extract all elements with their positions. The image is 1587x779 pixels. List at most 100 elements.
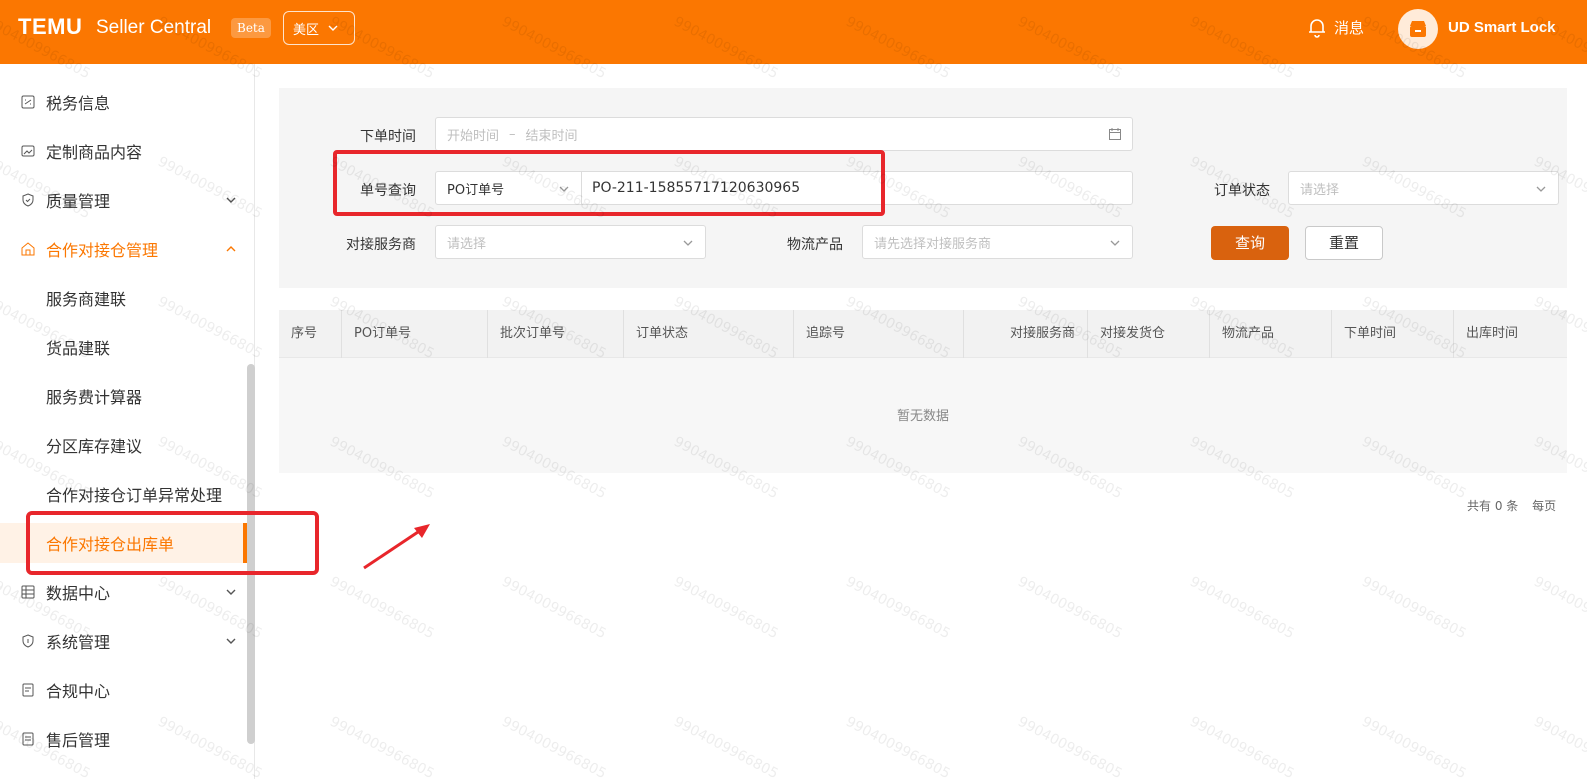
sidebar-subitem-provider-link[interactable]: 服务商建联 [0, 278, 247, 318]
sidebar-item-compliance[interactable]: 合规中心 [0, 670, 247, 710]
sidebar-subitem-label: 货品建联 [46, 339, 111, 358]
order-time-start[interactable]: 开始时间 [447, 125, 499, 144]
watermark-text: 9904009966805 [1015, 573, 1125, 643]
watermark-text: 9904009966805 [1187, 573, 1297, 643]
logistics-placeholder: 请先选择对接服务商 [874, 236, 992, 252]
watermark-text: 9904009966805 [843, 573, 953, 643]
chevron-down-icon [226, 589, 236, 595]
watermark-text: 9904009966805 [1359, 573, 1469, 643]
order-status-placeholder: 请选择 [1300, 182, 1340, 198]
shield-icon [20, 192, 36, 208]
order-time-end[interactable]: 结束时间 [526, 125, 578, 144]
sidebar-item-label: 系统管理 [46, 633, 111, 652]
bell-icon [1309, 19, 1325, 38]
sidebar-subitem-fee-calculator[interactable]: 服务费计算器 [0, 376, 247, 416]
order-time-label: 下单时间 [360, 129, 416, 145]
aftersale-icon [20, 731, 36, 747]
sidebar-subitem-label: 服务商建联 [46, 290, 127, 309]
product-name: Seller Central [96, 17, 212, 38]
sidebar-subitem-order-exception[interactable]: 合作对接仓订单异常处理 [0, 474, 247, 514]
messages-button[interactable]: 消息 [1306, 16, 1364, 38]
temu-logo[interactable]: TEMU [18, 14, 82, 40]
column-header: 物流产品 [1209, 310, 1331, 358]
shop-name[interactable]: UD Smart Lock [1448, 19, 1556, 36]
watermark-text: 9904009966805 [671, 713, 781, 779]
chevron-down-icon [1536, 186, 1546, 192]
column-header: PO订单号 [341, 310, 487, 358]
watermark-text: 9904009966805 [1187, 713, 1297, 779]
provider-label: 对接服务商 [346, 237, 416, 253]
chevron-down-icon [1110, 240, 1120, 246]
query-button[interactable]: 查询 [1211, 226, 1289, 260]
compliance-icon [20, 682, 36, 698]
avatar[interactable] [1398, 9, 1438, 49]
sidebar-item-label: 定制商品内容 [46, 143, 143, 162]
logistics-select[interactable]: 请先选择对接服务商 [862, 225, 1133, 259]
table-body: 暂无数据 [279, 358, 1567, 473]
annotation-arrow-icon [363, 524, 430, 570]
column-header: 出库时间 [1453, 310, 1567, 358]
chevron-down-icon [226, 197, 236, 203]
sidebar-item-label: 数据中心 [46, 584, 111, 603]
sidebar-item-label: 售后管理 [46, 731, 111, 750]
beta-badge: Beta [231, 18, 271, 38]
column-header: 追踪号 [793, 310, 963, 358]
pagination-total: 共有 0 条 每页 [1467, 497, 1556, 514]
sidebar-item-tax[interactable]: 税务信息 [0, 82, 247, 122]
sidebar-item-warehouse[interactable]: 合作对接仓管理 [0, 229, 247, 269]
column-header: 批次订单号 [487, 310, 623, 358]
sidebar-item-label: 合作对接仓管理 [46, 241, 159, 260]
per-page-label[interactable]: 每页 [1532, 499, 1556, 513]
region-select[interactable]: 美区 [283, 11, 355, 45]
image-icon [20, 143, 36, 159]
column-header: 对接发货仓 [1087, 310, 1209, 358]
highlight-box-order-no [333, 150, 885, 216]
watermark-text: 9904009966805 [327, 573, 437, 643]
tax-icon [20, 94, 36, 110]
sidebar-item-aftersale[interactable]: 售后管理 [0, 719, 247, 759]
watermark-text: 9904009966805 [1531, 713, 1587, 779]
sidebar-item-label: 合规中心 [46, 682, 111, 701]
order-time-separator: – [509, 126, 516, 142]
watermark-text: 9904009966805 [1359, 713, 1469, 779]
reset-button[interactable]: 重置 [1305, 226, 1383, 260]
highlight-box-outbound-menu [26, 511, 319, 575]
sidebar: 税务信息 定制商品内容 质量管理 合作对接仓管理 服务商建联 货品建联 服务费计… [0, 64, 255, 779]
sidebar-item-quality[interactable]: 质量管理 [0, 180, 247, 220]
watermark-text: 9904009966805 [843, 713, 953, 779]
table-header: 序号 PO订单号 批次订单号 订单状态 追踪号 对接服务商 对接发货仓 物流产品… [279, 310, 1567, 358]
watermark-text: 9904009966805 [671, 573, 781, 643]
order-time-range-picker[interactable]: 开始时间 – 结束时间 [435, 117, 1133, 151]
region-label: 美区 [293, 22, 320, 38]
sidebar-subitem-label: 合作对接仓订单异常处理 [46, 486, 223, 505]
order-status-select[interactable]: 请选择 [1288, 171, 1559, 205]
column-header: 下单时间 [1331, 310, 1453, 358]
top-header: TEMU Seller Central Beta 美区 消息 UD Smart … [0, 0, 1587, 64]
sidebar-item-data-center[interactable]: 数据中心 [0, 572, 247, 612]
chevron-down-icon [683, 240, 693, 246]
column-header: 对接服务商 [963, 310, 1087, 358]
provider-placeholder: 请选择 [447, 236, 487, 252]
sidebar-subitem-stock-advice[interactable]: 分区库存建议 [0, 425, 247, 465]
sidebar-subitem-label: 服务费计算器 [46, 388, 143, 407]
column-header: 序号 [291, 326, 318, 341]
column-header: 订单状态 [623, 310, 793, 358]
store-icon [1410, 21, 1426, 37]
messages-label: 消息 [1334, 18, 1365, 37]
chevron-up-icon [226, 246, 236, 252]
watermark-text: 9904009966805 [499, 713, 609, 779]
calendar-icon [1109, 128, 1121, 140]
watermark-text: 9904009966805 [1015, 713, 1125, 779]
data-icon [20, 584, 36, 600]
sidebar-subitem-goods-link[interactable]: 货品建联 [0, 327, 247, 367]
sidebar-item-system[interactable]: 系统管理 [0, 621, 247, 661]
provider-select[interactable]: 请选择 [435, 225, 706, 259]
sidebar-item-label: 税务信息 [46, 94, 111, 113]
watermark-text: 9904009966805 [327, 713, 437, 779]
system-icon [20, 633, 36, 649]
sidebar-item-custom-content[interactable]: 定制商品内容 [0, 131, 247, 171]
watermark-text: 9904009966805 [1531, 573, 1587, 643]
warehouse-icon [20, 241, 36, 257]
empty-state-text: 暂无数据 [896, 409, 949, 424]
chevron-down-icon [328, 25, 338, 31]
